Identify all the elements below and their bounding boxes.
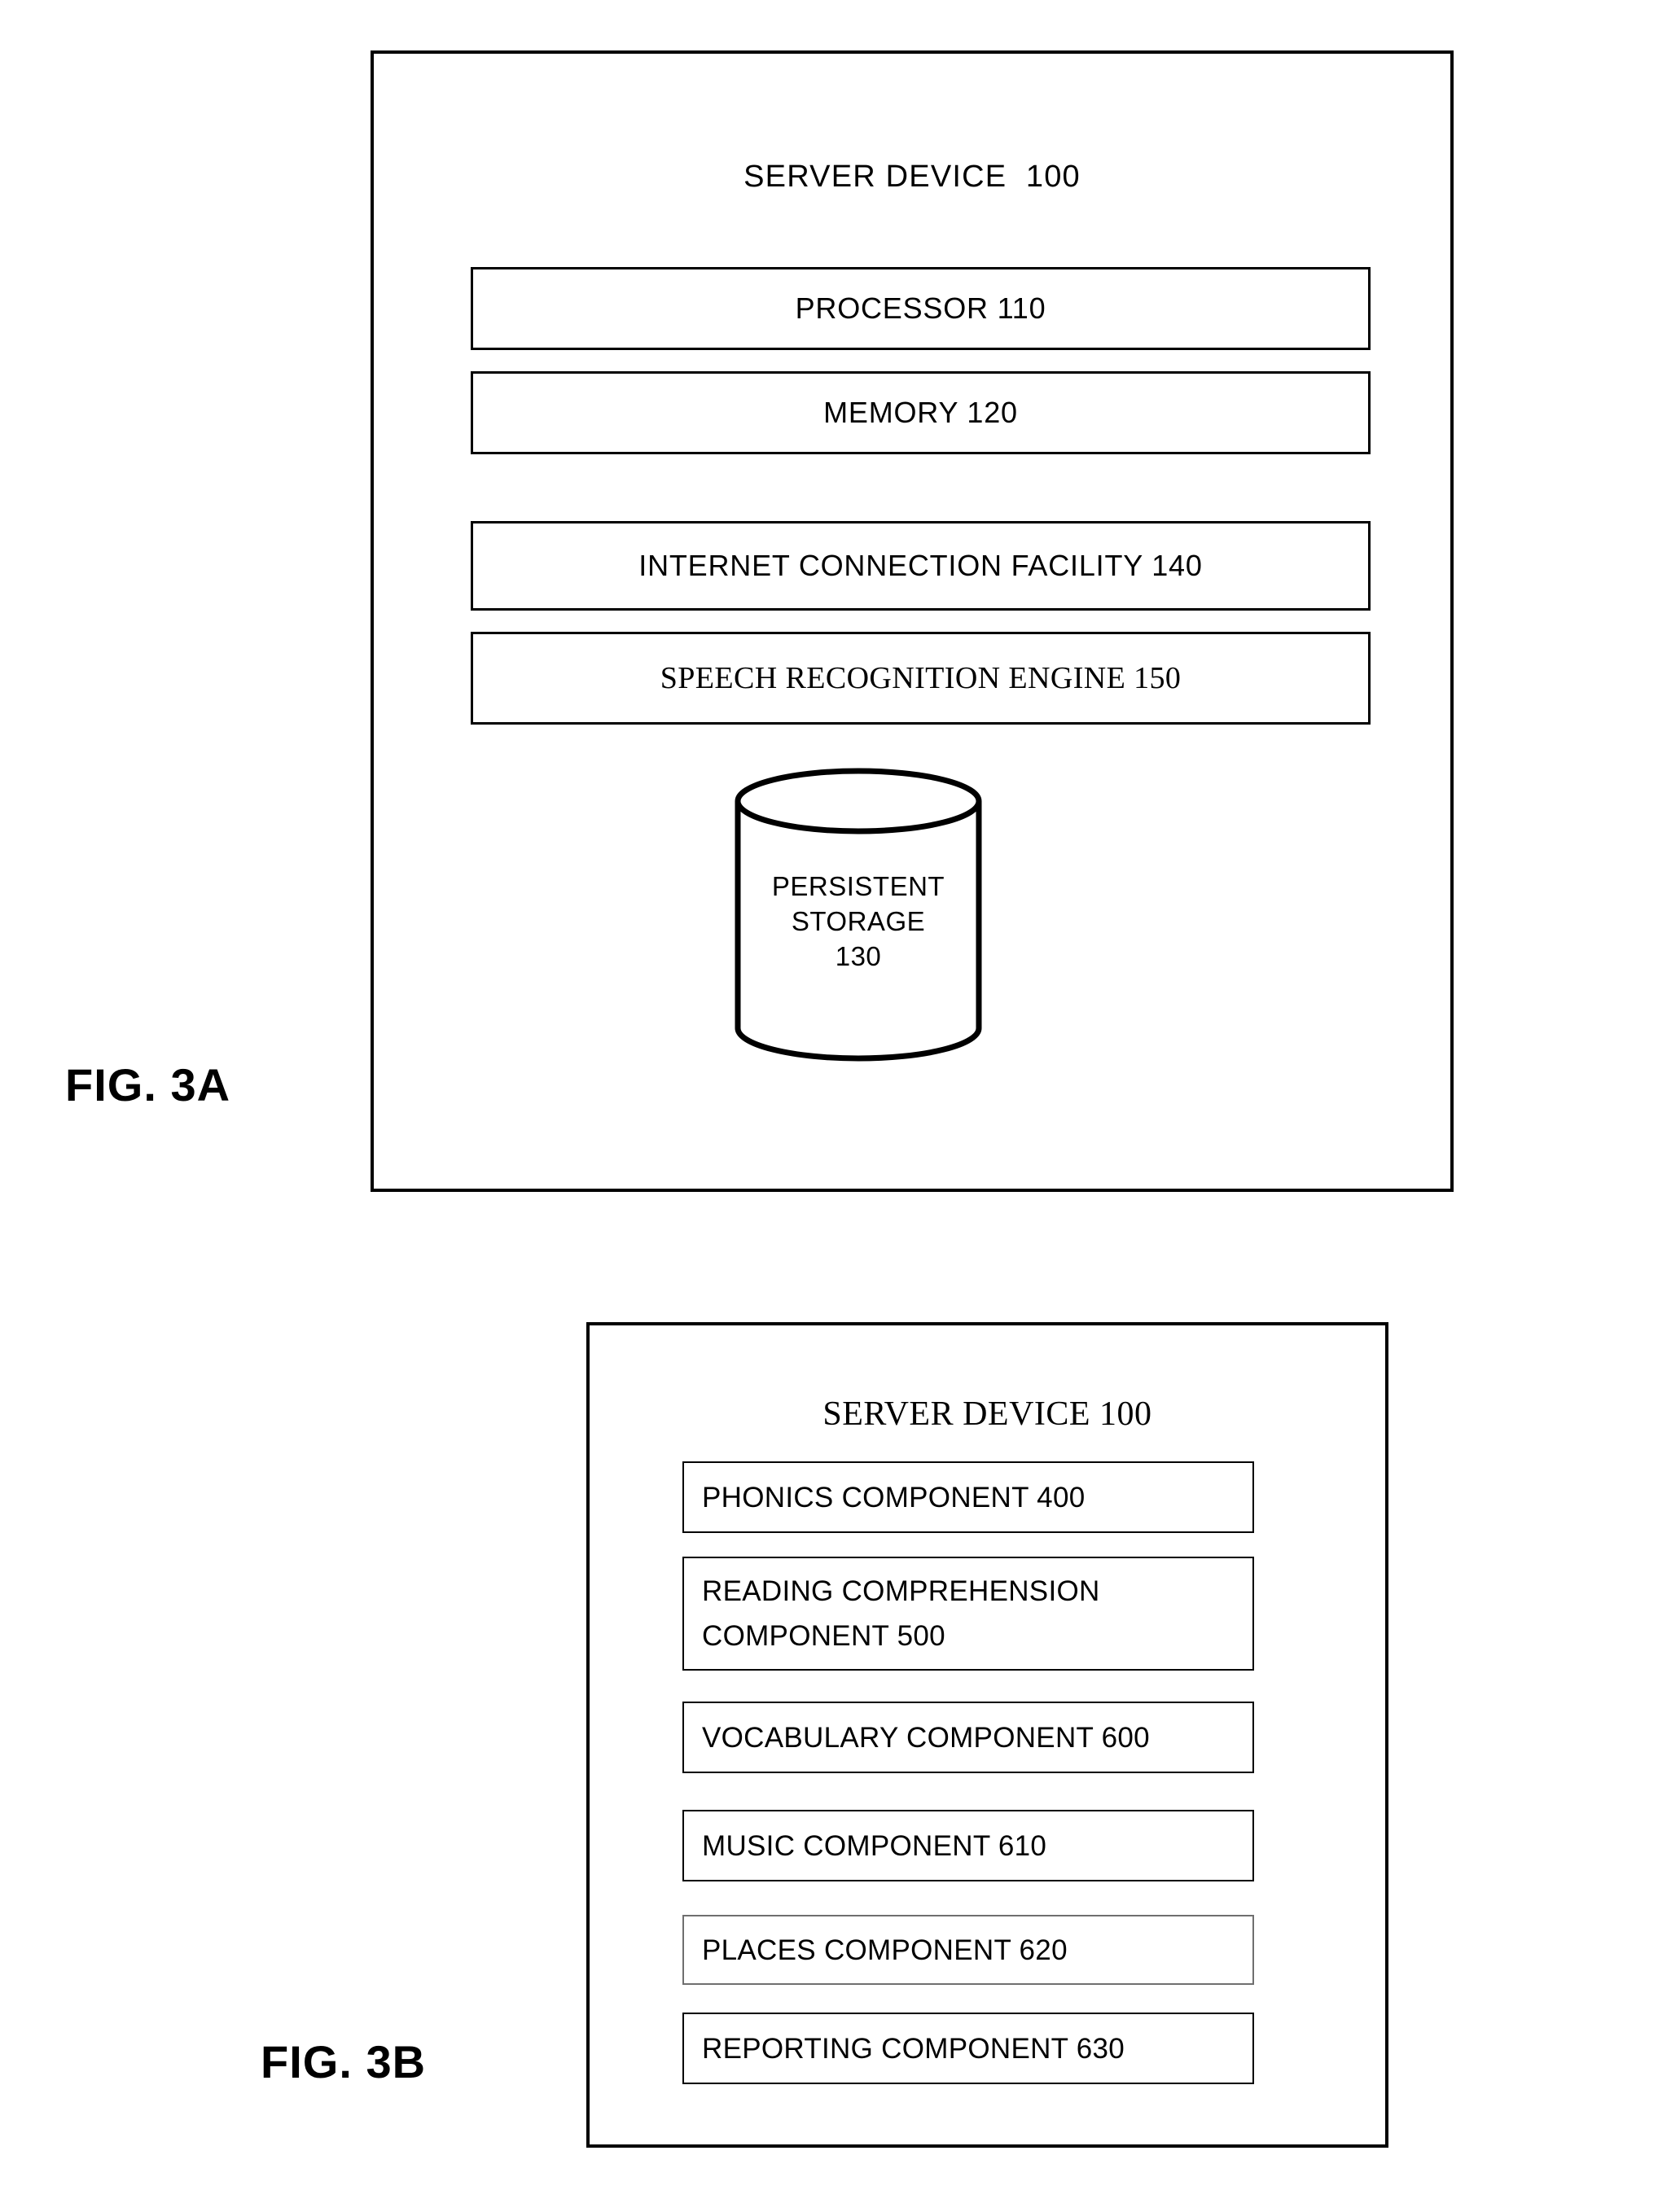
component-box-phonics: PHONICS COMPONENT 400 (682, 1461, 1254, 1533)
persistent-storage-cylinder: PERSISTENT STORAGE 130 (734, 767, 983, 1062)
persistent-storage-label: PERSISTENT STORAGE 130 (734, 869, 983, 974)
component-label-places: PLACES COMPONENT 620 (702, 1934, 1068, 1966)
figure-caption-3a: FIG. 3A (65, 1059, 231, 1110)
persistent-storage-line-2: STORAGE (791, 906, 926, 936)
component-label-memory: MEMORY 120 (823, 396, 1018, 429)
persistent-storage-line-1: PERSISTENT (771, 871, 945, 901)
component-label-internet-connection-facility: INTERNET CONNECTION FACILITY 140 (638, 549, 1203, 582)
component-box-speech-recognition-engine: SPEECH RECOGNITION ENGINE 150 (471, 632, 1371, 725)
component-label-music: MUSIC COMPONENT 610 (702, 1829, 1047, 1862)
component-label-reading-comprehension-line-2: COMPONENT 500 (702, 1620, 945, 1652)
component-box-internet-connection-facility: INTERNET CONNECTION FACILITY 140 (471, 521, 1371, 611)
persistent-storage-line-3: 130 (835, 941, 882, 971)
figure-3a-title: SERVER DEVICE 100 (743, 160, 1081, 194)
component-box-vocabulary: VOCABULARY COMPONENT 600 (682, 1702, 1254, 1773)
component-box-reading-comprehension: READING COMPREHENSION COMPONENT 500 (682, 1557, 1254, 1671)
component-box-processor: PROCESSOR 110 (471, 267, 1371, 350)
component-label-phonics: PHONICS COMPONENT 400 (702, 1481, 1086, 1513)
figure-caption-3b: FIG. 3B (261, 2036, 427, 2087)
component-label-reading-comprehension-line-1: READING COMPREHENSION (702, 1575, 1100, 1607)
component-box-reporting: REPORTING COMPONENT 630 (682, 2013, 1254, 2084)
component-box-places: PLACES COMPONENT 620 (682, 1915, 1254, 1985)
component-box-music: MUSIC COMPONENT 610 (682, 1810, 1254, 1881)
component-box-memory: MEMORY 120 (471, 371, 1371, 454)
component-label-reporting: REPORTING COMPONENT 630 (702, 2032, 1125, 2065)
component-label-speech-recognition-engine: SPEECH RECOGNITION ENGINE 150 (660, 661, 1182, 695)
component-label-processor: PROCESSOR 110 (795, 291, 1046, 325)
figure-3b-title: SERVER DEVICE 100 (822, 1395, 1152, 1433)
component-label-vocabulary: VOCABULARY COMPONENT 600 (702, 1721, 1150, 1754)
